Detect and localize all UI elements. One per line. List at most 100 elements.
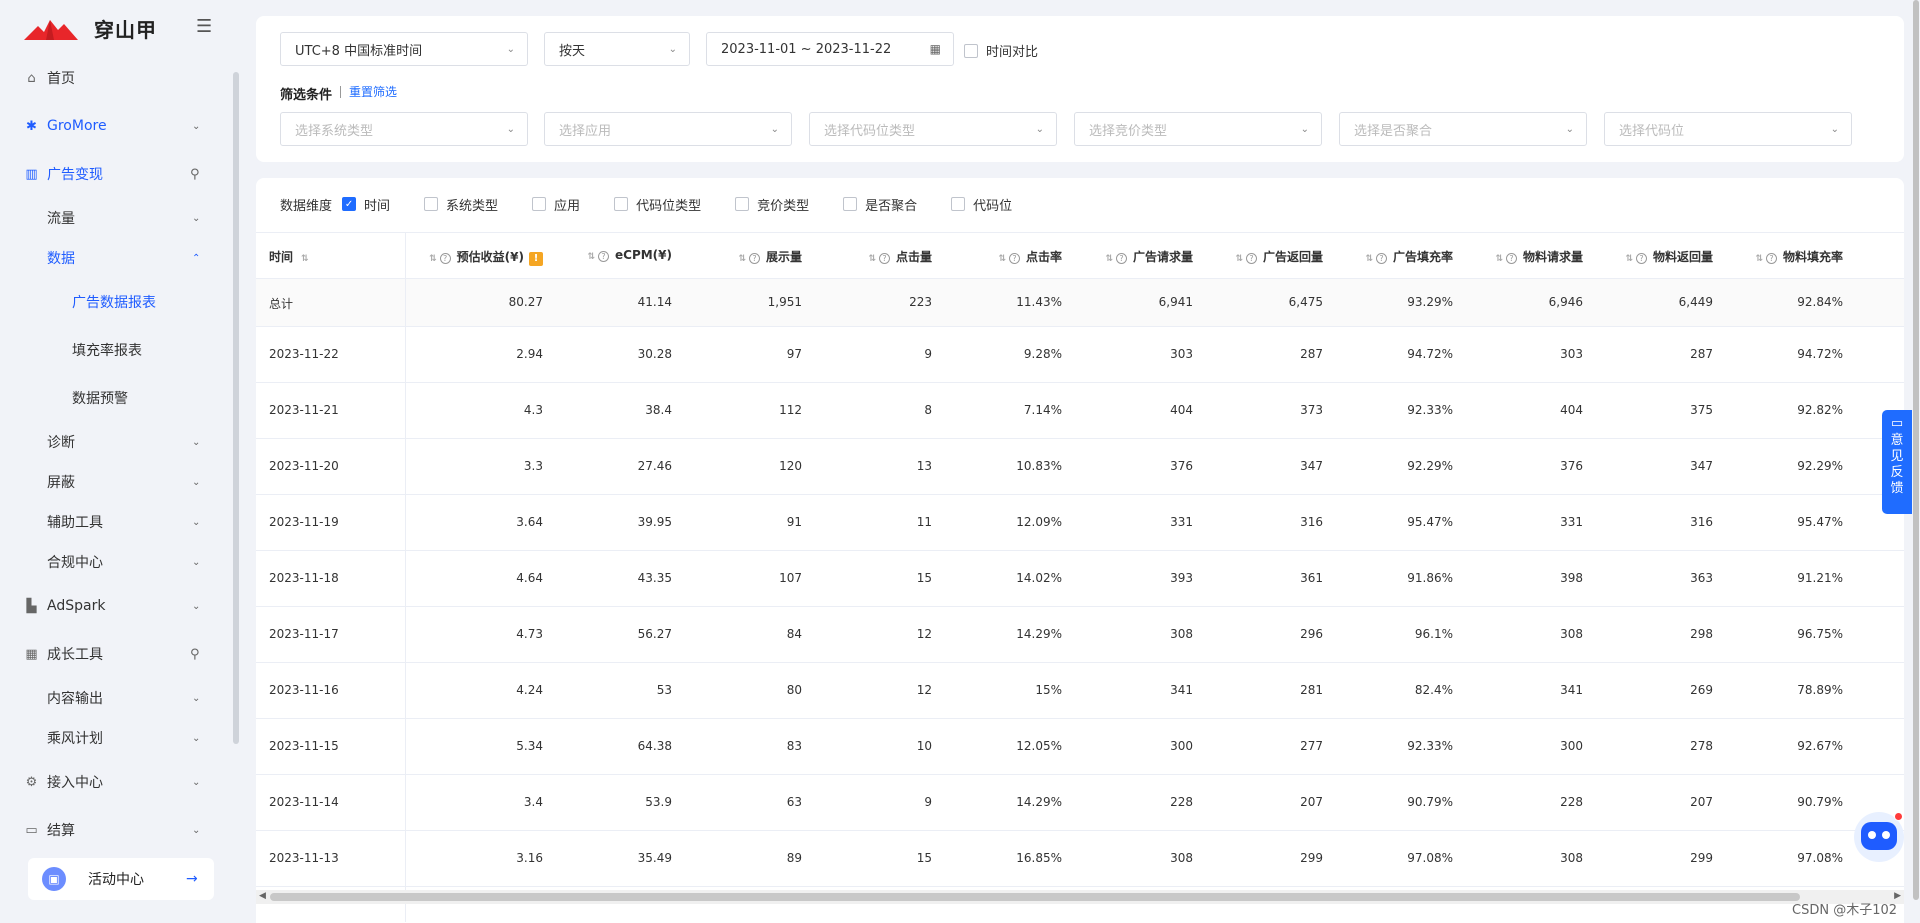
help-icon[interactable]: ? — [598, 251, 609, 262]
pin-icon[interactable]: ⚲ — [190, 647, 200, 662]
dimension-checkbox-aggregation[interactable]: 是否聚合 — [843, 195, 917, 214]
sort-icon[interactable]: ⇅ — [1625, 254, 1633, 264]
sidebar-scrollbar[interactable] — [233, 72, 239, 744]
help-icon[interactable]: ? — [748, 253, 760, 264]
sidebar-item-diagnosis[interactable]: 诊断 ⌄ — [0, 422, 232, 462]
sort-icon[interactable]: ⇅ — [429, 254, 437, 264]
sidebar-item-content-output[interactable]: 内容输出 ⌄ — [0, 678, 232, 718]
sidebar-item-integration[interactable]: ⚙ 接入中心 ⌄ — [0, 762, 232, 802]
help-icon[interactable]: ? — [1245, 253, 1257, 264]
app-select[interactable]: 选择应用 ⌄ — [544, 112, 792, 146]
column-header[interactable]: ⇅? eCPM(¥) — [587, 248, 672, 262]
activity-center-button[interactable]: ▣ 活动中心 → — [28, 858, 214, 900]
brand-logo[interactable]: 穿山甲 — [24, 14, 157, 43]
sort-icon[interactable]: ⇅ — [1235, 254, 1243, 264]
sort-icon[interactable]: ⇅ — [1105, 254, 1113, 264]
select-placeholder: 选择代码位 — [1619, 123, 1685, 139]
horizontal-scrollbar-thumb[interactable] — [270, 893, 1800, 901]
sidebar-item-data[interactable]: 数据 ⌃ — [0, 238, 232, 278]
system-type-select[interactable]: 选择系统类型 ⌄ — [280, 112, 528, 146]
dimension-checkbox-time[interactable]: ✓ 时间 — [342, 195, 390, 214]
column-header[interactable]: ⇅? 展示量 — [738, 248, 802, 265]
sort-icon[interactable]: ⇅ — [1755, 254, 1763, 264]
column-header[interactable]: ⇅? 预估收益(¥)! — [429, 248, 543, 266]
page-scrollbar[interactable] — [1912, 0, 1920, 923]
sidebar-item-home[interactable]: ⌂ 首页 — [0, 58, 232, 98]
time-compare-checkbox[interactable]: 时间对比 — [964, 41, 1038, 60]
help-icon[interactable]: ? — [878, 253, 890, 264]
table-cell: 92.29% — [1797, 459, 1843, 473]
dimension-checkbox-ad-slot-type[interactable]: 代码位类型 — [614, 195, 701, 214]
dimension-checkbox-ad-slot[interactable]: 代码位 — [951, 195, 1012, 214]
help-icon[interactable]: ? — [1635, 253, 1647, 264]
column-header[interactable]: ⇅? 物料填充率 — [1755, 248, 1843, 265]
date-range-picker[interactable]: 2023-11-01 ~ 2023-11-22 ▦ — [706, 32, 954, 66]
checkbox-box — [614, 197, 629, 211]
robot-icon — [1861, 822, 1897, 850]
sidebar-item-compliance[interactable]: 合规中心 ⌄ — [0, 542, 232, 582]
column-header[interactable]: ⇅? 广告返回量 — [1235, 248, 1323, 265]
sidebar-item-fill-rate-report[interactable]: 填充率报表 — [0, 330, 232, 370]
checkbox-box — [424, 197, 439, 211]
help-icon[interactable]: ? — [1505, 253, 1517, 264]
sort-icon[interactable]: ⇅ — [1495, 254, 1503, 264]
assistant-robot-button[interactable] — [1854, 812, 1904, 862]
table-cell: 27.46 — [637, 459, 672, 473]
warning-icon[interactable]: ! — [529, 252, 543, 266]
aggregation-select[interactable]: 选择是否聚合 ⌄ — [1339, 112, 1587, 146]
column-header[interactable]: ⇅? 点击率 — [998, 248, 1062, 265]
feedback-button[interactable]: ▭ 意见反馈 — [1882, 410, 1912, 514]
help-icon[interactable]: ? — [1008, 253, 1020, 264]
sort-icon[interactable]: ⇅ — [1365, 254, 1373, 264]
column-header[interactable]: ⇅? 广告请求量 — [1105, 248, 1193, 265]
sidebar-item-adspark[interactable]: ▙ AdSpark ⌄ — [0, 586, 232, 626]
table-cell: 35.49 — [637, 851, 672, 865]
help-icon[interactable]: ? — [1375, 253, 1387, 264]
dimension-checkbox-bidding-type[interactable]: 竞价类型 — [735, 195, 809, 214]
granularity-select[interactable]: 按天 ⌄ — [544, 32, 690, 66]
dimension-checkbox-app[interactable]: 应用 — [532, 195, 580, 214]
table-cell: 12.05% — [1016, 739, 1062, 753]
sort-icon[interactable]: ⇅ — [587, 252, 595, 262]
table-cell: 11.43% — [1016, 295, 1062, 309]
page-scrollbar-thumb[interactable] — [1913, 0, 1919, 900]
sidebar-item-data-alert[interactable]: 数据预警 — [0, 378, 232, 418]
sidebar-item-settlement[interactable]: ▭ 结算 ⌄ — [0, 810, 232, 850]
sidebar-item-growth-tools[interactable]: ▦ 成长工具 ⚲ — [0, 634, 232, 674]
bidding-type-select[interactable]: 选择竞价类型 ⌄ — [1074, 112, 1322, 146]
collapse-sidebar-icon[interactable]: ☰ — [196, 16, 212, 37]
sort-icon[interactable]: ⇅ — [868, 254, 876, 264]
column-header[interactable]: ⇅? 物料请求量 — [1495, 248, 1583, 265]
pin-icon[interactable]: ⚲ — [190, 167, 200, 182]
dimension-checkbox-system-type[interactable]: 系统类型 — [424, 195, 498, 214]
checkbox-box — [951, 197, 966, 211]
sidebar-item-traffic[interactable]: 流量 ⌄ — [0, 198, 232, 238]
table-cell: 393 — [1170, 571, 1193, 585]
reset-filters-link[interactable]: 重置筛选 — [340, 86, 397, 98]
column-header[interactable]: 时间 ⇅ — [269, 248, 312, 265]
sidebar-item-block[interactable]: 屏蔽 ⌄ — [0, 462, 232, 502]
column-header[interactable]: ⇅? 点击量 — [868, 248, 932, 265]
help-icon[interactable]: ? — [1115, 253, 1127, 264]
column-header[interactable]: ⇅? 广告填充率 — [1365, 248, 1453, 265]
column-header[interactable]: ⇅? 物料返回量 — [1625, 248, 1713, 265]
sort-icon[interactable]: ⇅ — [738, 254, 746, 264]
sort-icon[interactable]: ⇅ — [998, 254, 1006, 264]
sort-icon[interactable]: ⇅ — [301, 254, 309, 264]
ad-slot-select[interactable]: 选择代码位 ⌄ — [1604, 112, 1852, 146]
select-placeholder: 选择系统类型 — [295, 123, 374, 139]
ad-slot-type-select[interactable]: 选择代码位类型 ⌄ — [809, 112, 1057, 146]
sidebar-item-ad-data-report[interactable]: 广告数据报表 — [0, 282, 232, 322]
help-icon[interactable]: ? — [1765, 253, 1777, 264]
timezone-select[interactable]: UTC+8 中国标准时间 ⌄ — [280, 32, 528, 66]
sidebar-item-chengfeng-plan[interactable]: 乘风计划 ⌄ — [0, 718, 232, 758]
table-cell: 361 — [1300, 571, 1323, 585]
chevron-down-icon: ⌄ — [1830, 123, 1839, 135]
scroll-left-icon[interactable]: ◀ — [259, 891, 266, 901]
sidebar-item-tools[interactable]: 辅助工具 ⌄ — [0, 502, 232, 542]
help-icon[interactable]: ? — [439, 253, 451, 264]
sidebar-item-gromore[interactable]: ✱ GroMore ⌄ — [0, 106, 232, 146]
sidebar-item-monetization[interactable]: ▥ 广告变现 ⚲ — [0, 154, 232, 194]
horizontal-scrollbar[interactable]: ◀ ▶ — [256, 890, 1904, 904]
table-cell: 2023-11-20 — [269, 459, 339, 473]
